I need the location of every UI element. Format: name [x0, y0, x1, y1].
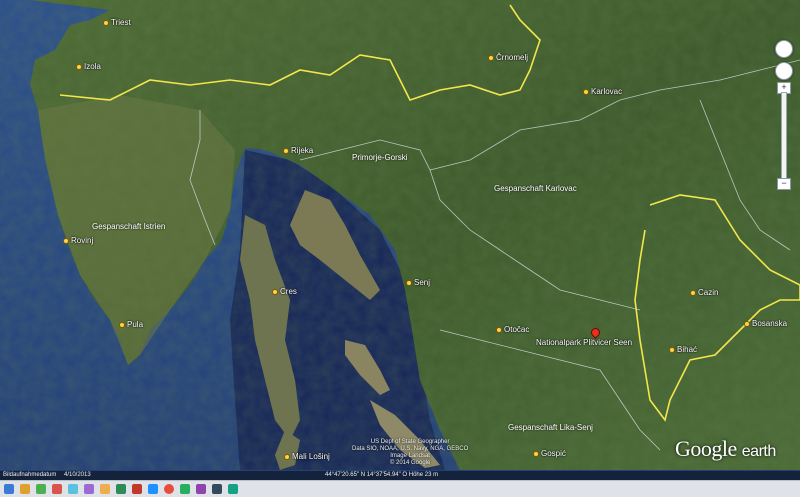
place-label[interactable]: Senj [406, 278, 430, 287]
zoom-slider[interactable] [781, 92, 787, 189]
place-label[interactable]: Karlovac [583, 87, 622, 96]
town-marker-icon [583, 88, 589, 95]
place-label[interactable]: Izola [76, 62, 101, 71]
app-icon[interactable] [20, 484, 30, 494]
town-marker-icon [284, 453, 290, 460]
town-marker-icon [690, 289, 696, 296]
town-marker-icon [533, 450, 539, 457]
place-label[interactable]: Črnomelj [488, 53, 528, 62]
coordinates-readout: 44°47'20.65" N 14°37'54.94" O Höhe 23 m [325, 472, 439, 478]
app-icon[interactable] [68, 484, 78, 494]
satellite-map[interactable] [0, 0, 800, 497]
region-label: Primorje-Gorski [352, 153, 408, 162]
town-marker-icon [488, 54, 494, 61]
place-label[interactable]: Otočac [496, 325, 529, 334]
google-earth-view[interactable]: Triest Izola Črnomelj Karlovac Rijeka Ro… [0, 0, 800, 497]
place-label[interactable]: Pula [119, 320, 143, 329]
app-icon[interactable] [148, 484, 158, 494]
app-icon[interactable] [228, 484, 238, 494]
town-marker-icon [744, 320, 750, 327]
app-icon[interactable] [196, 484, 206, 494]
navigation-controls[interactable]: + − [774, 40, 794, 190]
google-earth-logo: Google earth [675, 436, 776, 461]
place-label[interactable]: Rovinj [63, 236, 93, 245]
place-label[interactable]: Rijeka [283, 146, 313, 155]
place-label[interactable]: Bihać [669, 345, 697, 354]
start-button-icon[interactable] [4, 484, 14, 494]
place-label[interactable]: Bosanska [744, 319, 787, 328]
move-joystick-icon[interactable] [775, 62, 793, 80]
app-icon[interactable] [132, 484, 142, 494]
town-marker-icon [496, 326, 502, 333]
taskbar [0, 480, 800, 497]
region-label: Gespanschaft Karlovac [494, 184, 577, 193]
place-label[interactable]: Cres [272, 287, 297, 296]
town-marker-icon [406, 279, 412, 286]
app-icon[interactable] [180, 484, 190, 494]
look-joystick-icon[interactable] [775, 40, 793, 58]
place-label[interactable]: Mali Lošinj [284, 452, 330, 461]
town-marker-icon [103, 19, 109, 26]
region-label: Gespanschaft Lika-Senj [508, 423, 593, 432]
map-credits: US Dept of State Geographer Data SIO, NO… [352, 439, 469, 466]
status-bar: Bildaufnahmedatum 4/10/2013 44°47'20.65"… [0, 471, 800, 480]
town-marker-icon [283, 147, 289, 154]
place-label[interactable]: Triest [103, 18, 131, 27]
zoom-out-button[interactable]: − [777, 178, 791, 190]
town-marker-icon [119, 321, 125, 328]
town-marker-icon [669, 346, 675, 353]
town-marker-icon [272, 288, 278, 295]
town-marker-icon [76, 63, 82, 70]
app-icon[interactable] [36, 484, 46, 494]
chrome-icon[interactable] [164, 484, 174, 494]
town-marker-icon [63, 237, 69, 244]
image-date-label: Bildaufnahmedatum [3, 472, 57, 478]
place-label[interactable]: Gospić [533, 449, 566, 458]
app-icon[interactable] [84, 484, 94, 494]
app-icon[interactable] [116, 484, 126, 494]
region-label: Gespanschaft Istrien [92, 222, 166, 231]
poi-label[interactable]: Nationalpark Plitvicer Seen [536, 338, 632, 347]
app-icon[interactable] [212, 484, 222, 494]
place-label[interactable]: Cazin [690, 288, 718, 297]
app-icon[interactable] [52, 484, 62, 494]
app-icon[interactable] [100, 484, 110, 494]
image-date: 4/10/2013 [64, 472, 91, 478]
